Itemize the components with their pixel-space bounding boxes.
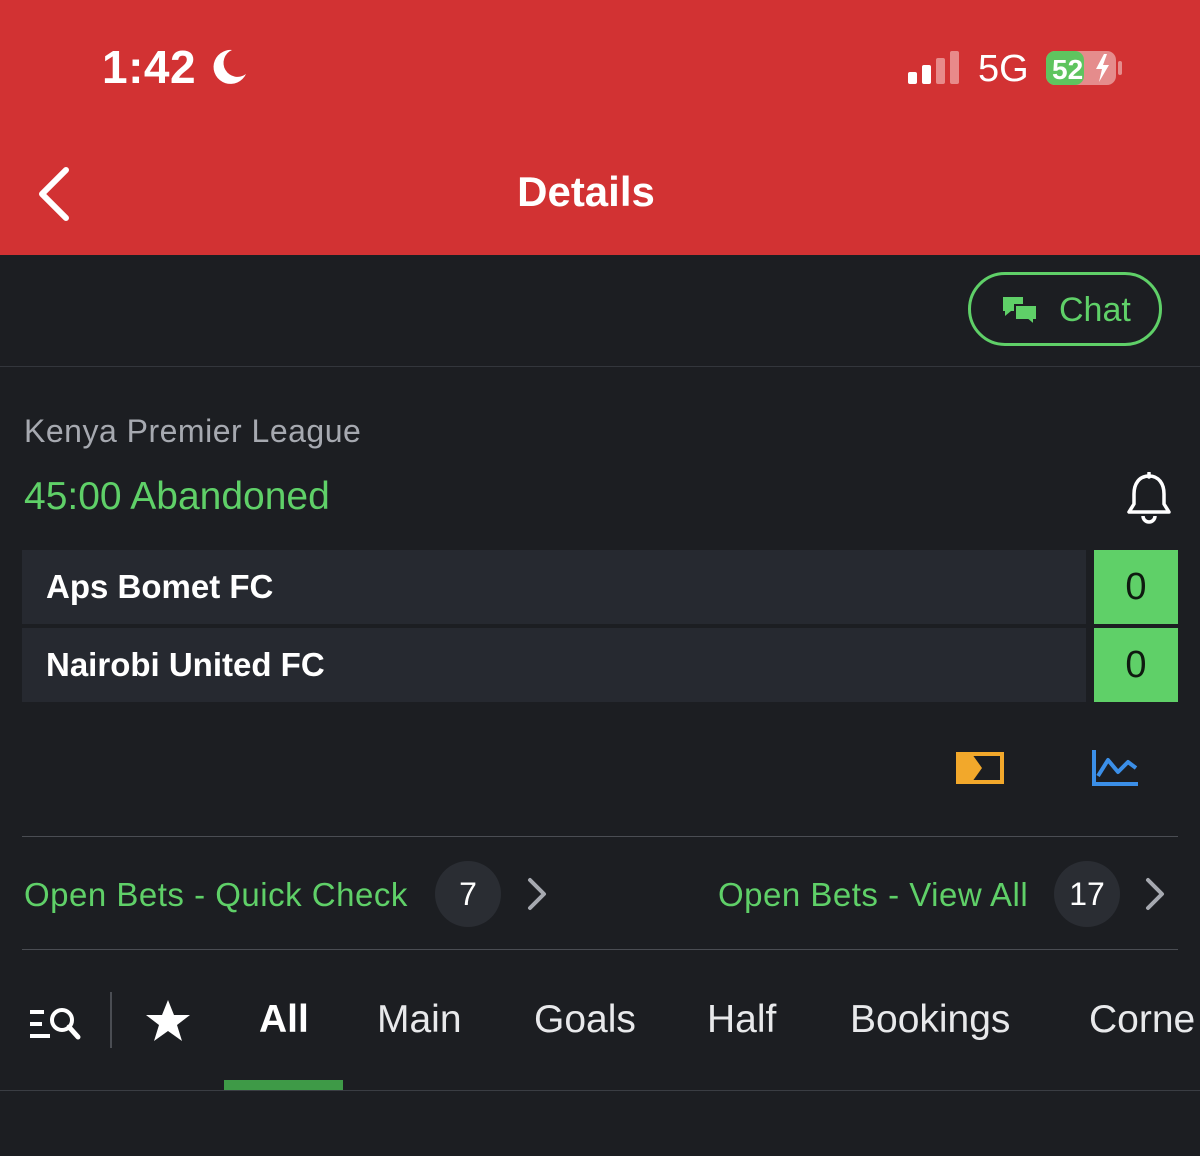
divider (22, 836, 1178, 837)
away-team-name: Nairobi United FC (46, 646, 325, 683)
chevron-right-icon[interactable] (1142, 876, 1168, 912)
home-team-score: 0 (1094, 550, 1178, 624)
status-time: 1:42 (102, 41, 197, 93)
battery-level: 52 (1052, 54, 1083, 85)
chat-bubbles-icon (1003, 297, 1038, 327)
moon-icon (213, 49, 246, 84)
chat-bar: Chat (0, 255, 1200, 367)
view-all-count-badge: 17 (1054, 861, 1120, 927)
home-team-name: Aps Bomet FC (46, 568, 274, 605)
match-status: 45:00 Abandoned (24, 475, 330, 518)
tab-all[interactable]: All (259, 998, 309, 1042)
open-bets-quick-check-link[interactable]: Open Bets - Quick Check (24, 876, 408, 914)
quick-check-count-badge: 7 (435, 861, 501, 927)
search-filter-icon[interactable] (28, 1004, 84, 1044)
app-header: 1:42 5G 52 Details (0, 0, 1200, 255)
league-name: Kenya Premier League (24, 413, 362, 449)
live-stream-icon[interactable] (956, 752, 1006, 786)
bell-icon[interactable] (1124, 472, 1174, 526)
tab-separator (110, 992, 112, 1048)
team-row-home: Aps Bomet FC (22, 550, 1086, 624)
tab-goals[interactable]: Goals (534, 998, 636, 1042)
tab-bookings[interactable]: Bookings (850, 998, 1010, 1042)
chat-label: Chat (1059, 291, 1131, 329)
tabs-bottom-border (0, 1090, 1200, 1091)
battery-charging-icon: 52 (1046, 51, 1122, 85)
star-icon[interactable] (144, 998, 192, 1044)
cellular-signal-icon (908, 51, 959, 84)
chat-button[interactable]: Chat (968, 272, 1162, 346)
page-title: Details (517, 168, 655, 215)
tab-corners[interactable]: Corne (1089, 998, 1200, 1042)
team-row-away: Nairobi United FC (22, 628, 1086, 702)
divider (22, 949, 1178, 950)
chevron-right-icon[interactable] (524, 876, 550, 912)
open-bets-view-all-link[interactable]: Open Bets - View All (718, 876, 1028, 914)
active-tab-indicator (224, 1080, 343, 1090)
market-tabs: All Main Goals Half Bookings Corne (0, 968, 1200, 1090)
away-team-score: 0 (1094, 628, 1178, 702)
tab-main[interactable]: Main (377, 998, 462, 1042)
network-type: 5G (978, 48, 1029, 90)
line-chart-icon[interactable] (1090, 748, 1140, 788)
tab-half[interactable]: Half (707, 998, 776, 1042)
